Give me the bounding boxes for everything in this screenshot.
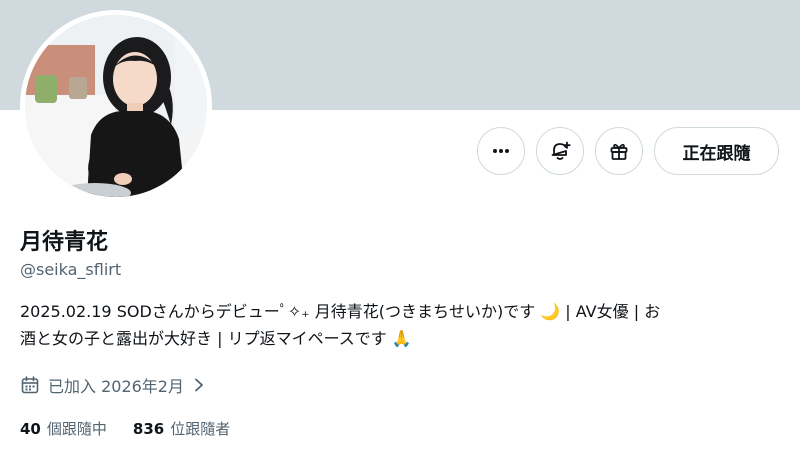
more-horizontal-icon [493, 149, 509, 153]
join-date: 已加入 2026年2月 [20, 374, 206, 396]
followers-label: 位跟隨者 [170, 420, 231, 438]
gift-button[interactable] [595, 127, 643, 175]
chevron-right-icon[interactable] [192, 377, 206, 393]
calendar-icon [21, 376, 39, 394]
handle: @seika_sflirt [20, 260, 122, 279]
more-button[interactable] [477, 127, 525, 175]
follow-stats: 40 個跟隨中 836 位跟隨者 [20, 418, 230, 439]
display-name: 月待青花 [20, 230, 109, 255]
followers-link[interactable]: 836 位跟隨者 [133, 418, 230, 439]
bio-line: 酒と女の子と露出が大好き | リプ返マイペースです 🙏 [20, 329, 412, 348]
gift-icon [610, 143, 628, 160]
bell-plus-icon [551, 141, 571, 160]
avatar-photo [25, 15, 207, 197]
notify-button[interactable] [536, 127, 584, 175]
join-date-label: 已加入 2026年2月 [48, 377, 184, 396]
following-count: 40 [20, 420, 41, 438]
bio: 2025.02.19 SODさんからデビューﾟ✧₊ 月待青花(つきまちせいか)で… [20, 298, 780, 352]
bio-line: 2025.02.19 SODさんからデビューﾟ✧₊ 月待青花(つきまちせいか)で… [20, 302, 661, 321]
following-button[interactable]: 正在跟隨 [654, 127, 779, 175]
followers-count: 836 [132, 420, 165, 438]
following-label: 個跟隨中 [46, 420, 107, 438]
avatar[interactable] [25, 15, 207, 197]
following-link[interactable]: 40 個跟隨中 [20, 418, 107, 439]
